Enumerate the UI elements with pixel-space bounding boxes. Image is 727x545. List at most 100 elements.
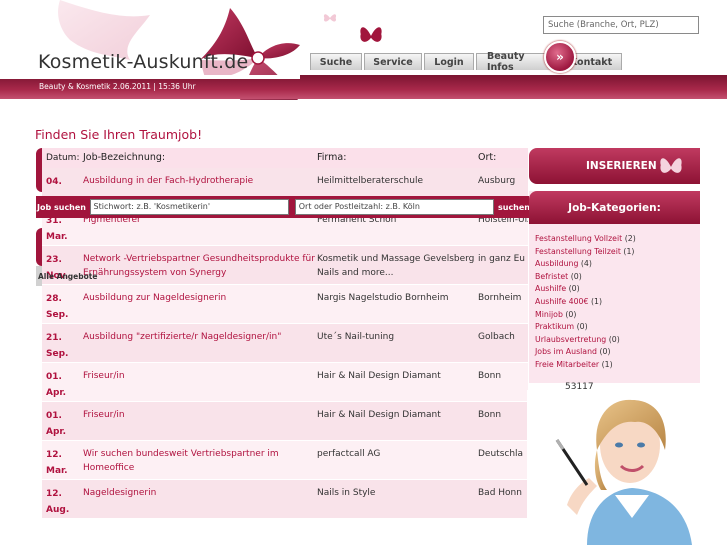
category-link[interactable]: Ausbildung bbox=[535, 259, 578, 268]
job-search-bar: Job suchen Stichwort: z.B. 'Kosmetikerin… bbox=[36, 196, 530, 218]
site-search-input[interactable]: Suche (Branche, Ort, PLZ) bbox=[543, 16, 699, 34]
category-list: Festanstellung Vollzeit (2) Festanstellun… bbox=[529, 224, 700, 372]
butterfly-icon bbox=[660, 158, 682, 173]
category-item: Urlaubsvertretung (0) bbox=[535, 334, 700, 347]
job-title-link[interactable]: Ausbildung in der Fach-Hydrotherapie bbox=[83, 174, 317, 188]
category-item: Praktikum (0) bbox=[535, 321, 700, 334]
category-link[interactable]: Jobs im Ausland bbox=[535, 347, 597, 356]
nav-tab-login[interactable]: Login bbox=[424, 53, 474, 70]
page-title: Finden Sie Ihren Traumjob! bbox=[35, 127, 203, 142]
category-link[interactable]: Festanstellung Teilzeit bbox=[535, 247, 621, 256]
nav-tab-service[interactable]: Service bbox=[364, 53, 422, 70]
table-row[interactable]: 12. Mar. Wir suchen bundesweit Vertriebsp… bbox=[42, 441, 528, 480]
category-item: Jobs im Ausland (0) bbox=[535, 346, 700, 359]
table-row[interactable]: 01. Apr. Friseur/in Hair & Nail Design Dia… bbox=[42, 363, 528, 402]
category-item: Minijob (0) bbox=[535, 309, 700, 322]
job-date: 04. bbox=[46, 177, 62, 187]
category-link[interactable]: Festanstellung Vollzeit bbox=[535, 234, 622, 243]
job-location: Golbach bbox=[478, 332, 515, 342]
job-firm: Kosmetik und Massage Gevelsberg Nails an… bbox=[317, 254, 475, 278]
job-firm: Nargis Nagelstudio Bornheim bbox=[317, 293, 449, 303]
category-count: (0) bbox=[576, 322, 588, 332]
table-row[interactable]: 28. Sep. Ausbildung zur Nageldesignerin Na… bbox=[42, 285, 528, 324]
inserieren-button[interactable]: INSERIEREN bbox=[529, 148, 700, 184]
job-title-link[interactable]: Network -Vertriebspartner Gesundheitspro… bbox=[83, 252, 317, 280]
site-logo[interactable]: Kosmetik-Auskunft.de bbox=[38, 51, 248, 73]
job-categories-box: Job-Kategorien: Festanstellung Vollzeit … bbox=[529, 191, 700, 383]
job-location: Bad Honn bbox=[478, 488, 522, 498]
job-date: 12. Aug. bbox=[46, 489, 70, 515]
table-row[interactable]: 21. Sep. Ausbildung "zertifizierte/r Nage… bbox=[42, 324, 528, 363]
category-link[interactable]: Freie Mitarbeiter bbox=[535, 360, 599, 369]
category-link[interactable]: Minijob bbox=[535, 310, 563, 319]
job-location: Deutschla bbox=[478, 449, 524, 459]
category-link[interactable]: Urlaubsvertretung bbox=[535, 335, 606, 344]
nav-tab-suche[interactable]: Suche bbox=[310, 53, 362, 70]
category-item: Ausbildung (4) bbox=[535, 258, 700, 271]
category-item: Befristet (0) bbox=[535, 271, 700, 284]
job-title-link[interactable]: Ausbildung zur Nageldesignerin bbox=[83, 291, 317, 305]
category-count: (1) bbox=[601, 359, 613, 369]
page-header: Kosmetik-Auskunft.de Suche (Branche, Ort… bbox=[0, 0, 727, 100]
category-count: (1) bbox=[590, 296, 603, 306]
all-offers-link[interactable]: Alle Angebote bbox=[38, 272, 97, 281]
category-count: (1) bbox=[623, 246, 635, 256]
job-search-label: Job suchen bbox=[37, 202, 86, 212]
category-count: (0) bbox=[599, 347, 611, 357]
header-strip-cap bbox=[0, 75, 300, 79]
col-header-title: Job-Bezeichnung: bbox=[83, 152, 166, 163]
category-count: (0) bbox=[608, 334, 620, 344]
category-link[interactable]: Aushilfe 400€ bbox=[535, 297, 588, 306]
butterfly-icon bbox=[323, 14, 337, 22]
job-location: Bornheim bbox=[478, 293, 522, 303]
job-date: 21. Sep. bbox=[46, 333, 69, 359]
location-input[interactable]: Ort oder Postleitzahl: z.B. Köln bbox=[294, 199, 494, 215]
job-firm: Nails in Style bbox=[317, 488, 376, 498]
job-firm: Hair & Nail Design Diamant bbox=[317, 410, 441, 420]
job-location: in ganz Eu bbox=[478, 254, 525, 264]
category-item: Freie Mitarbeiter (1) bbox=[535, 359, 700, 372]
table-row[interactable]: 12. Aug. Nageldesignerin Nails in Style Bad… bbox=[42, 480, 528, 519]
search-button[interactable]: suchen bbox=[498, 203, 530, 212]
category-link[interactable]: Praktikum bbox=[535, 322, 574, 331]
category-count: (0) bbox=[570, 271, 582, 281]
job-title-link[interactable]: Friseur/in bbox=[83, 408, 317, 422]
job-date: 01. Apr. bbox=[46, 411, 66, 437]
category-count: (0) bbox=[565, 309, 577, 319]
col-header-date: Datum: bbox=[46, 153, 80, 163]
category-item: Aushilfe (0) bbox=[535, 283, 700, 296]
keyword-input[interactable]: Stichwort: z.B. 'Kosmetikerin' bbox=[89, 199, 289, 215]
arrow-ball-icon[interactable]: » bbox=[544, 41, 576, 73]
job-firm: perfactcall AG bbox=[317, 449, 381, 459]
job-title-link[interactable]: Wir suchen bundesweit Vertriebspartner i… bbox=[83, 447, 317, 475]
table-body: 04. Ausbildung in der Fach-Hydrotherapie H… bbox=[42, 168, 528, 519]
job-date: 28. Sep. bbox=[46, 294, 69, 320]
job-firm: Hair & Nail Design Diamant bbox=[317, 371, 441, 381]
category-link[interactable]: Aushilfe bbox=[535, 284, 566, 293]
col-header-ort: Ort: bbox=[478, 152, 497, 163]
job-firm: Heilmittelberaterschule bbox=[317, 176, 423, 186]
job-location: Bonn bbox=[478, 410, 502, 420]
job-date: 01. Apr. bbox=[46, 372, 66, 398]
job-title-link[interactable]: Nageldesignerin bbox=[83, 486, 317, 500]
butterfly-icon bbox=[360, 27, 382, 42]
inserieren-label: INSERIEREN bbox=[586, 160, 657, 172]
category-item: Festanstellung Vollzeit (2) bbox=[535, 233, 700, 246]
table-header: Datum: Job-Bezeichnung: Firma: Ort: bbox=[42, 148, 528, 168]
table-row[interactable]: 01. Apr. Friseur/in Hair & Nail Design Dia… bbox=[42, 402, 528, 441]
job-title-link[interactable]: Friseur/in bbox=[83, 369, 317, 383]
job-title-link[interactable]: Ausbildung "zertifizierte/r Nageldesigne… bbox=[83, 330, 317, 344]
category-count: (4) bbox=[580, 259, 592, 269]
table-row[interactable]: 23. Nov. Network -Vertriebspartner Gesund… bbox=[42, 246, 528, 285]
category-item: Aushilfe 400€ (1) bbox=[535, 296, 700, 309]
woman-with-pen-illustration bbox=[527, 390, 727, 545]
main-nav: Suche Service Login Beauty Infos Kontakt bbox=[310, 51, 624, 73]
job-firm: Ute´s Nail-tuning bbox=[317, 332, 395, 342]
category-item: Festanstellung Teilzeit (1) bbox=[535, 246, 700, 259]
job-location: Ausburg bbox=[478, 176, 516, 186]
categories-title: Job-Kategorien: bbox=[529, 191, 700, 224]
job-location: Bonn bbox=[478, 371, 502, 381]
category-link[interactable]: Befristet bbox=[535, 272, 568, 281]
date-line: Beauty & Kosmetik 2.06.2011 | 15:36 Uhr bbox=[39, 82, 196, 91]
category-count: (2) bbox=[624, 234, 636, 243]
